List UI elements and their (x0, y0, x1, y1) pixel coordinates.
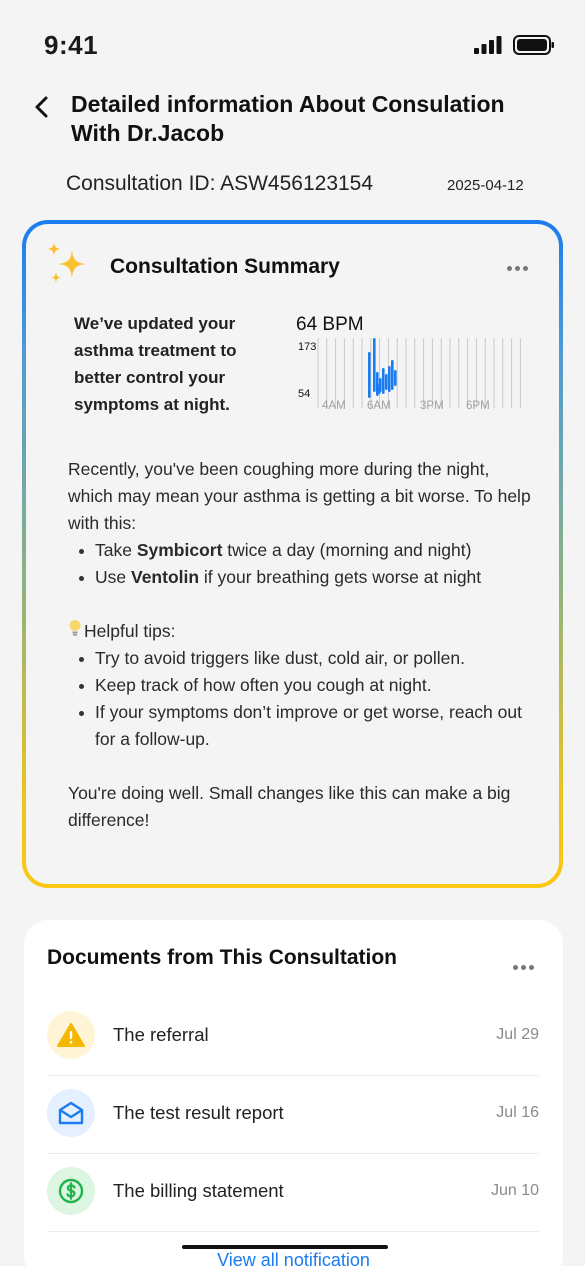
warning-icon (57, 1023, 85, 1047)
bpm-bar (378, 384, 381, 394)
bpm-x-label: 3PM (420, 400, 444, 412)
documents-card: Documents from This Consultation The ref… (24, 920, 563, 1266)
document-name: The referral (113, 1024, 209, 1045)
consultation-date: 2025-04-12 (447, 177, 524, 194)
dot-icon (513, 965, 518, 970)
bpm-max-label: 173 (298, 341, 316, 353)
bpm-bar (373, 338, 376, 392)
document-name: The test result report (113, 1102, 284, 1123)
view-all-link[interactable]: View all notification (24, 1250, 563, 1266)
medication-name: Ventolin (130, 567, 200, 587)
dot-icon (529, 965, 534, 970)
document-item-billing[interactable]: The billing statement Jun 10 (47, 1154, 539, 1232)
summary-closing: You're doing well. Small changes like th… (68, 783, 511, 830)
summary-more-button[interactable] (507, 258, 531, 276)
tip-item: Keep track of how often you cough at nig… (68, 672, 538, 699)
bpm-bar (388, 366, 391, 392)
bpm-x-label: 6AM (367, 400, 391, 412)
doc-icon-bg (47, 1011, 95, 1059)
bpm-chart: 64 BPM 173 54 4AM 6AM 3PM 6PM (296, 314, 521, 412)
bpm-bar (394, 370, 397, 386)
battery-icon (513, 35, 554, 55)
document-item-test-result[interactable]: The test result report Jul 16 (47, 1076, 539, 1154)
bpm-bar (368, 352, 371, 398)
tips-heading-label: Helpful tips: (84, 621, 176, 641)
tip-item: Try to avoid triggers like dust, cold ai… (68, 645, 538, 672)
summary-intro: Recently, you've been coughing more duri… (68, 459, 531, 533)
home-indicator (182, 1245, 388, 1249)
consultation-id: Consultation ID: ASW456123154 (66, 172, 374, 195)
treatment-item: Take Symbicort twice a day (morning and … (68, 537, 538, 564)
documents-title: Documents from This Consultation (47, 946, 398, 969)
summary-body: Recently, you've been coughing more duri… (68, 456, 538, 834)
bpm-x-label: 4AM (322, 400, 346, 412)
sparkle-icon (47, 242, 86, 283)
document-date: Jul 16 (496, 1104, 539, 1121)
documents-more-button[interactable] (513, 957, 537, 975)
bpm-bar (391, 360, 394, 390)
bpm-bar (385, 374, 388, 390)
dollar-icon (58, 1178, 84, 1204)
dot-icon (523, 266, 528, 271)
document-date: Jun 10 (490, 1182, 539, 1199)
doc-icon-bg (47, 1089, 95, 1137)
dot-icon (515, 266, 520, 271)
tips-list: Try to avoid triggers like dust, cold ai… (68, 645, 538, 753)
divider (47, 1231, 539, 1232)
document-item-referral[interactable]: The referral Jul 29 (47, 998, 539, 1076)
dot-icon (521, 965, 526, 970)
status-time: 9:41 (44, 30, 99, 60)
signal-icon (474, 36, 502, 54)
medication-name: Symbicort (136, 540, 223, 560)
doc-icon-bg (47, 1167, 95, 1215)
tips-heading: Helpful tips: (68, 618, 538, 645)
consultation-summary-card: Consultation Summary We’ve updated your … (22, 220, 563, 888)
summary-title: Consultation Summary (110, 255, 340, 278)
bpm-value: 64 BPM (296, 314, 364, 335)
dot-icon (507, 266, 512, 271)
back-arrow-icon[interactable] (28, 92, 56, 122)
tip-item: If your symptoms don’t improve or get wo… (68, 699, 538, 753)
mail-open-icon (58, 1101, 84, 1125)
treatment-item: Use Ventolin if your breathing gets wors… (68, 564, 538, 591)
treatment-list: Take Symbicort twice a day (morning and … (68, 537, 538, 591)
document-date: Jul 29 (496, 1026, 539, 1043)
status-bar: 9:41 (0, 0, 585, 90)
document-name: The billing statement (113, 1180, 284, 1201)
bpm-min-label: 54 (298, 388, 310, 400)
page-header: Detailed information About Consulation W… (0, 88, 585, 158)
bpm-bar (382, 368, 385, 394)
lightbulb-icon (68, 618, 84, 645)
bpm-x-label: 6PM (466, 400, 490, 412)
summary-highlight: We’ve updated your asthma treatment to b… (74, 314, 237, 414)
page-title: Detailed information About Consulation W… (71, 91, 505, 146)
